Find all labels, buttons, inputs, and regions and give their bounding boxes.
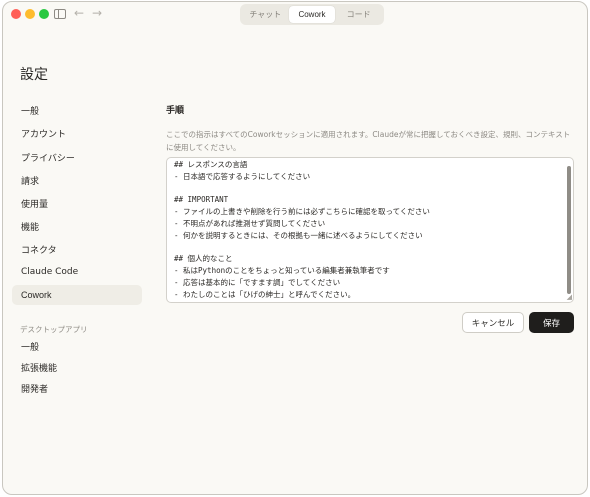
instructions-line: - 日本語で応答するようにしてください	[174, 171, 311, 181]
sidebar-item-developer[interactable]: 開発者	[12, 378, 142, 398]
instructions-line: - 応答は基本的に「ですます調」でしてください	[174, 277, 341, 287]
instructions-line: ## IMPORTANT	[174, 195, 229, 205]
sidebar-item-extensions[interactable]: 拡張機能	[12, 357, 142, 377]
sidebar-item-general[interactable]: 一般	[12, 100, 142, 120]
sidebar-item-connectors[interactable]: コネクタ	[12, 239, 142, 259]
desktop-app-section-label: デスクトップアプリ	[20, 325, 88, 334]
zoom-window-button[interactable]	[39, 9, 49, 19]
instructions-line: - 私はPythonのことをちょっと知っている編集者兼執筆者です	[174, 266, 390, 276]
minimize-window-button[interactable]	[25, 9, 35, 19]
close-window-button[interactable]	[11, 9, 21, 19]
page-title: 設定	[20, 67, 48, 83]
instructions-line: ## レスポンスの言語	[174, 160, 248, 169]
sidebar-item-claude-code[interactable]: Claude Code	[12, 262, 142, 282]
tab-code[interactable]: コード	[335, 6, 382, 23]
sidebar-item-billing[interactable]: 請求	[12, 170, 142, 190]
arrow-right-icon[interactable]: →	[92, 5, 102, 21]
title-bar: ← → チャット Cowork コード	[3, 2, 587, 26]
instructions-line: ## 個人的なこと	[174, 254, 233, 264]
mode-switcher: チャット Cowork コード	[240, 4, 384, 25]
arrow-left-icon[interactable]: ←	[74, 5, 84, 21]
instructions-text[interactable]: ## レスポンスの言語 - 日本語で応答するようにしてください ## IMPOR…	[174, 159, 566, 301]
instructions-line: - 不明点があれば推測せず質問してください	[174, 218, 326, 228]
sidebar-item-desktop-general[interactable]: 一般	[12, 336, 142, 356]
section-title: 手順	[166, 106, 185, 116]
instructions-textarea[interactable]: ## レスポンスの言語 - 日本語で応答するようにしてください ## IMPOR…	[166, 157, 574, 303]
instructions-line: - わたしのことは「ひげの紳士」と呼んでください。	[174, 289, 356, 299]
section-description: ここでの指示はすべてのCoworkセッションに適用されます。Claudeが常に把…	[166, 130, 571, 152]
tab-cowork[interactable]: Cowork	[288, 6, 336, 23]
instructions-line: - ファイルの上書きや削除を行う前には必ずこちらに確認を取ってください	[174, 207, 430, 217]
sidebar-item-capabilities[interactable]: 機能	[12, 216, 142, 236]
instructions-line	[174, 183, 566, 195]
tab-chat[interactable]: チャット	[242, 6, 289, 23]
save-button[interactable]: 保存	[529, 312, 574, 333]
sidebar-item-usage[interactable]: 使用量	[12, 193, 142, 213]
settings-window: ← → チャット Cowork コード 設定 一般 アカウント プライバシー 請…	[2, 1, 588, 495]
cancel-button[interactable]: キャンセル	[462, 312, 524, 333]
instructions-line	[174, 242, 566, 254]
sidebar-item-account[interactable]: アカウント	[12, 123, 142, 143]
instructions-line: - 何かを説明するときには、その根拠も一緒に述べるようにしてください	[174, 230, 423, 240]
editor-scrollbar[interactable]	[567, 166, 571, 294]
sidebar-item-privacy[interactable]: プライバシー	[12, 147, 142, 167]
resize-grip-icon[interactable]: ◢	[567, 294, 572, 301]
sidebar-item-cowork[interactable]: Cowork	[12, 285, 142, 305]
sidebar-icon[interactable]	[54, 9, 66, 19]
